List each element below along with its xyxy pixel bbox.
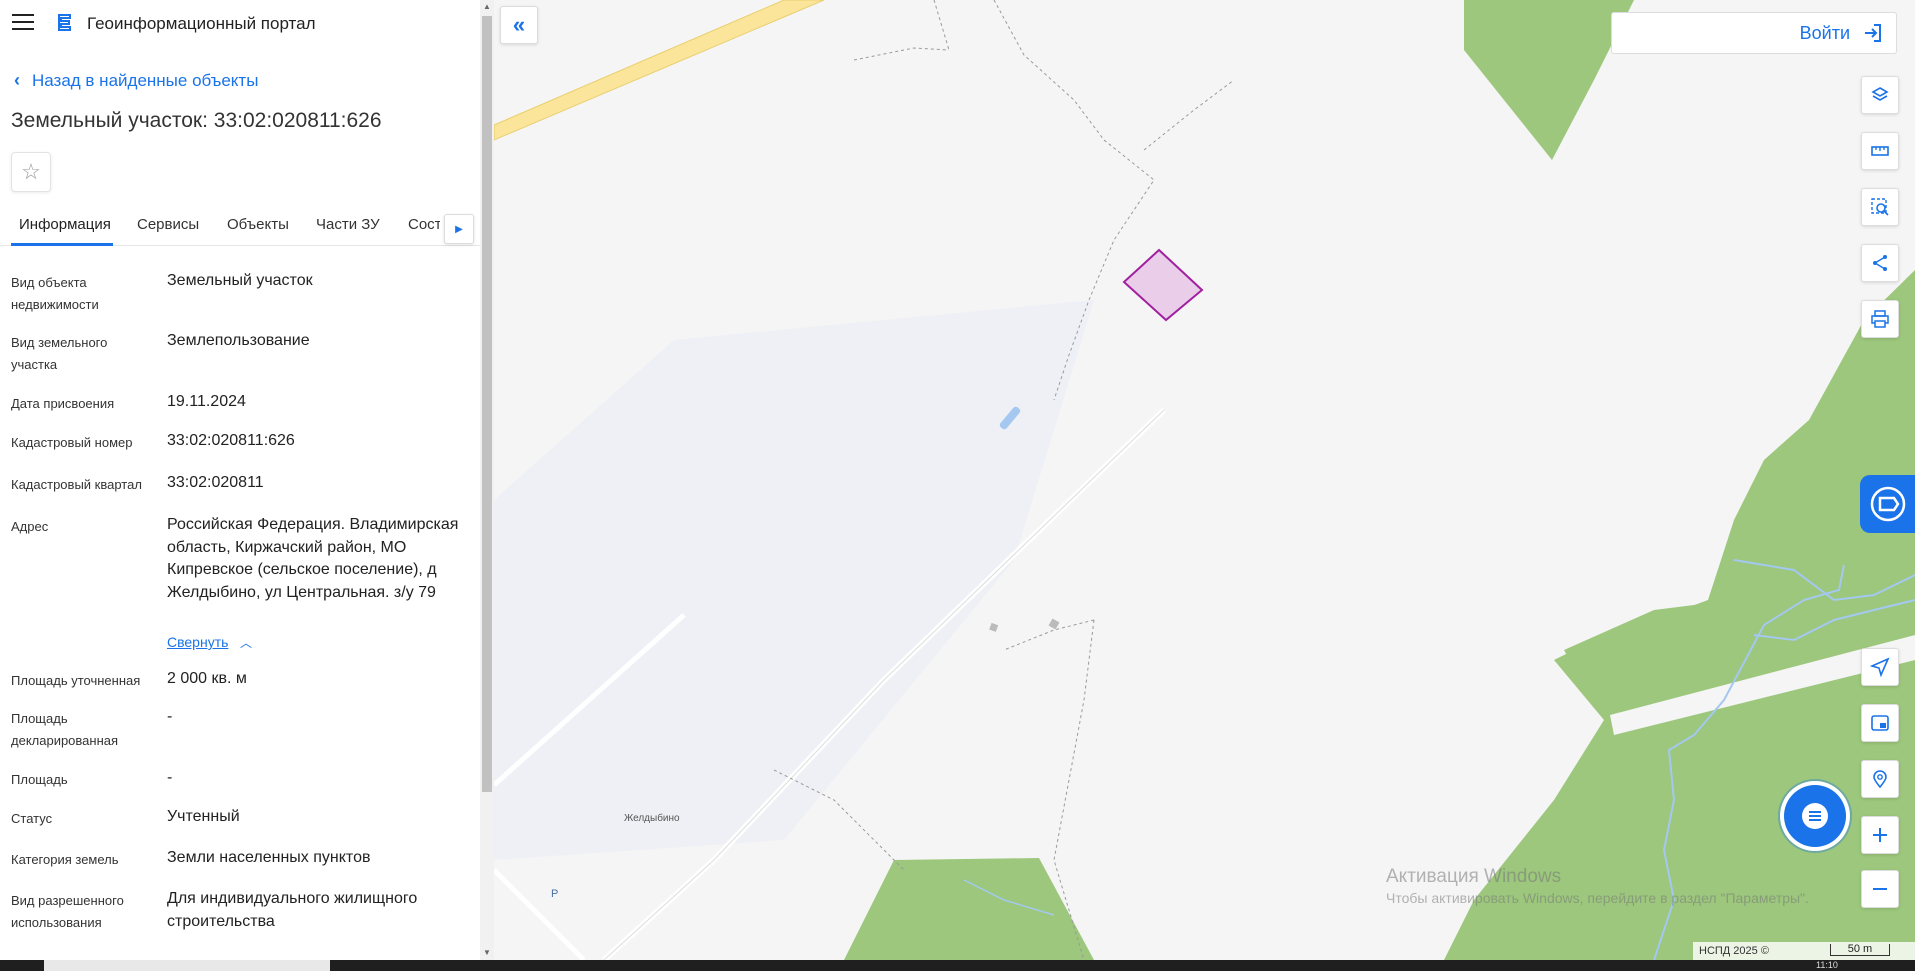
info-label: Площадь	[11, 772, 68, 787]
select-area-icon	[1871, 198, 1889, 216]
info-label: Кадастровый номер	[11, 435, 133, 450]
info-label: Вид разрешенного использования	[11, 893, 124, 930]
info-label: Категория земель	[11, 852, 119, 867]
geolocation-button[interactable]	[1861, 648, 1899, 686]
tabs-scroll-right-button[interactable]: ▶	[444, 214, 474, 244]
minimap-icon	[1871, 715, 1889, 731]
info-label: Площадь декларированная	[11, 711, 119, 748]
windows-activation-subtitle: Чтобы активировать Windows, перейдите в …	[1386, 890, 1809, 906]
layers-icon	[1871, 87, 1889, 101]
login-button[interactable]: Войти	[1611, 12, 1897, 54]
tab-objects[interactable]: Объекты	[227, 216, 289, 233]
tab-services[interactable]: Сервисы	[137, 216, 199, 233]
chevron-up-icon: ︿	[240, 636, 253, 650]
support-icon	[1870, 486, 1905, 522]
info-label: Дата присвоения	[11, 396, 115, 411]
star-icon: ☆	[21, 159, 41, 184]
tab-parts[interactable]: Части ЗУ	[316, 216, 380, 233]
windows-taskbar: 11:10	[0, 960, 1915, 971]
print-button[interactable]	[1861, 300, 1899, 338]
favorite-button[interactable]: ☆	[11, 152, 51, 192]
object-title: Земельный участок: 33:02:020811:626	[11, 109, 382, 132]
measure-button[interactable]	[1861, 132, 1899, 170]
road	[494, 868, 586, 960]
map-canvas[interactable]: Желдыбино P	[494, 0, 1915, 960]
info-label: Площадь уточненная	[11, 673, 141, 688]
info-panel: Геоинформационный портал ‹ Назад в найде…	[0, 0, 480, 960]
village-label: Желдыбино	[624, 813, 680, 824]
info-label: Кадастровый квартал	[11, 477, 142, 492]
share-button[interactable]	[1861, 244, 1899, 282]
tab-composition[interactable]: Состав ЕЗ	[408, 216, 440, 233]
ruler-icon	[1871, 146, 1889, 156]
app-window: Геоинформационный портал ‹ Назад в найде…	[0, 0, 1915, 971]
scroll-up-icon[interactable]: ▲	[480, 0, 494, 14]
back-link-label: Назад в найденные объекты	[32, 70, 259, 90]
printer-icon	[1871, 310, 1889, 328]
info-value: Земельный участок	[167, 272, 313, 289]
scroll-down-icon[interactable]: ▼	[480, 946, 494, 960]
collapse-address-link[interactable]: Свернуть	[167, 634, 228, 650]
minimap-button[interactable]	[1861, 704, 1899, 742]
panel-scrollbar[interactable]: ▲ ▼	[480, 0, 494, 960]
info-value: 2 000 кв. м	[167, 670, 247, 687]
info-label: Статус	[11, 811, 53, 826]
highway	[494, 0, 825, 141]
map-layer	[494, 0, 1915, 960]
tab-info[interactable]: Информация	[19, 216, 111, 233]
info-value: Земли населенных пунктов	[167, 849, 371, 866]
back-to-results-link[interactable]: ‹ Назад в найденные объекты	[14, 70, 258, 91]
info-label: Адрес	[11, 519, 49, 534]
info-value: Для индивидуального жилищного строительс…	[167, 890, 418, 930]
area-search-button[interactable]	[1861, 188, 1899, 226]
selected-parcel	[1122, 248, 1204, 322]
info-value: 19.11.2024	[167, 393, 246, 410]
info-value: Землепользование	[167, 332, 310, 349]
login-icon	[1865, 24, 1881, 42]
tabs-bar: Информация Сервисы Объекты Части ЗУ Сост…	[0, 210, 480, 246]
plus-icon	[1873, 828, 1887, 842]
info-value: Российская Федерация. Владимирская облас…	[167, 516, 459, 601]
info-label: Вид земельного участка	[11, 335, 108, 372]
info-label: Вид объекта недвижимости	[11, 275, 99, 312]
forest-area	[1464, 0, 1634, 160]
windows-activation-title: Активация Windows	[1386, 866, 1562, 887]
menu-icon[interactable]	[12, 14, 34, 32]
forest-area	[844, 858, 1094, 960]
taskbar-search[interactable]	[44, 960, 330, 971]
caret-right-icon: ▶	[455, 223, 463, 235]
minus-icon	[1873, 888, 1887, 890]
chat-button[interactable]	[1784, 785, 1846, 847]
info-value: -	[167, 708, 173, 725]
active-tab-indicator	[11, 243, 113, 246]
scrollbar-thumb[interactable]	[482, 16, 492, 792]
collapse-panel-button[interactable]: «	[500, 6, 538, 44]
info-value: -	[167, 769, 173, 786]
double-chevron-left-icon: «	[512, 12, 526, 37]
portal-logo-icon	[58, 14, 71, 31]
chat-icon	[1802, 803, 1828, 829]
chevron-left-icon: ‹	[14, 70, 20, 90]
scale-bar: 50 m	[1830, 944, 1890, 956]
layers-button[interactable]	[1861, 76, 1899, 114]
share-icon	[1873, 255, 1887, 271]
side-panel-tab[interactable]	[1860, 475, 1915, 533]
login-label: Войти	[1799, 22, 1850, 43]
info-value: 33:02:020811	[167, 474, 264, 491]
taskbar-clock: 11:10	[1816, 960, 1838, 970]
parking-label: P	[551, 888, 559, 900]
zoom-in-button[interactable]	[1861, 816, 1899, 854]
zoom-out-button[interactable]	[1861, 870, 1899, 908]
navigation-icon	[1870, 657, 1890, 677]
info-value: 33:02:020811:626	[167, 432, 295, 449]
panel-header: Геоинформационный портал	[0, 0, 480, 48]
portal-title: Геоинформационный портал	[87, 14, 316, 33]
location-pin-icon	[1873, 770, 1887, 789]
location-search-button[interactable]	[1861, 760, 1899, 798]
info-value: Учтенный	[167, 808, 240, 825]
